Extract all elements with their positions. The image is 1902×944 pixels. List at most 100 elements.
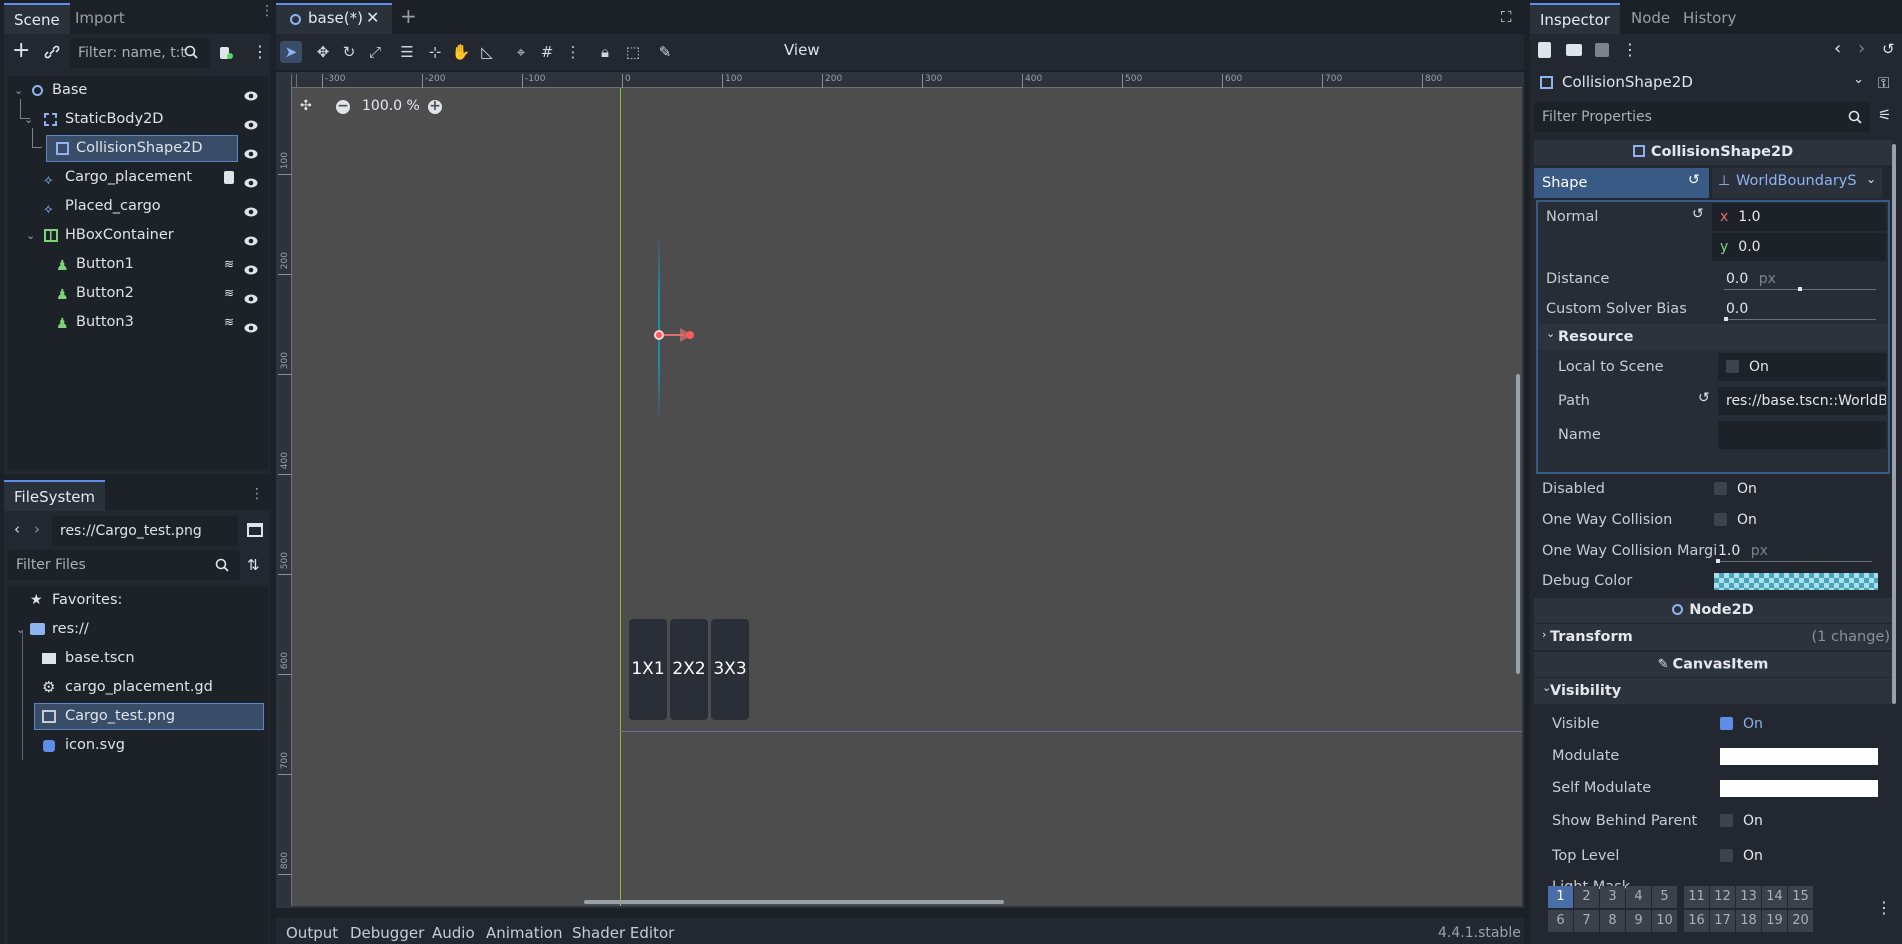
save-icon[interactable]	[1595, 43, 1609, 57]
object-history-icon[interactable]: ↺	[1882, 40, 1895, 58]
visibility-eye-icon[interactable]	[244, 200, 258, 217]
node-config-icon[interactable]: ⚿	[1878, 74, 1889, 92]
rotate-mode-icon[interactable]: ↻	[338, 41, 360, 63]
select-mode-icon[interactable]: ➤	[280, 41, 302, 63]
tab-history[interactable]: History	[1673, 3, 1746, 34]
close-icon[interactable]: ✕	[366, 8, 379, 27]
light-mask-layer[interactable]: 9	[1626, 910, 1651, 932]
self-modulate-swatch[interactable]	[1720, 780, 1878, 797]
top-level-checkbox[interactable]: On	[1712, 842, 1882, 870]
filesystem-filter-input[interactable]: Filter Files	[8, 550, 240, 580]
visibility-eye-icon[interactable]	[244, 316, 258, 333]
distance-field[interactable]: 0.0 px	[1718, 265, 1886, 293]
one-way-margin-field[interactable]: 1.0 px	[1710, 537, 1882, 565]
tree-node-collisionshape[interactable]: CollisionShape2D	[8, 128, 268, 163]
visibility-eye-icon[interactable]	[244, 229, 258, 246]
link-icon[interactable]	[44, 44, 60, 60]
visibility-eye-icon[interactable]	[244, 287, 258, 304]
new-scene-tab-icon[interactable]: +	[400, 4, 417, 28]
file-item[interactable]: icon.svg	[8, 731, 268, 760]
file-item[interactable]: ⚙ cargo_placement.gd	[8, 673, 268, 702]
tree-node-button2[interactable]: ♟ Button2 ≋	[8, 279, 268, 308]
revert-icon[interactable]: ↺	[1698, 390, 1710, 406]
visibility-group[interactable]: ⌄ Visibility	[1534, 678, 1892, 704]
snap-options-icon[interactable]: ⋮	[562, 41, 584, 63]
tab-scene[interactable]: Scene	[4, 3, 70, 34]
light-mask-menu-icon[interactable]: ⋮	[1876, 898, 1892, 917]
visibility-eye-icon[interactable]	[244, 258, 258, 275]
open-folder-icon[interactable]	[1566, 44, 1582, 56]
pivot-icon[interactable]: ⊹	[424, 41, 446, 63]
dock-menu-icon[interactable]: ⋮	[250, 486, 264, 502]
debug-color-swatch[interactable]	[1714, 573, 1878, 590]
light-mask-layer[interactable]: 3	[1600, 886, 1625, 908]
lock-icon[interactable]: 🔒︎	[594, 41, 616, 63]
inspector-menu-icon[interactable]: ⋮	[1622, 40, 1638, 59]
inspector-scrollbar[interactable]	[1892, 144, 1896, 704]
transform-group[interactable]: › Transform (1 change)	[1534, 624, 1892, 650]
add-node-button[interactable]: +	[12, 40, 30, 62]
light-mask-layer[interactable]: 5	[1652, 886, 1677, 908]
tab-node[interactable]: Node	[1621, 3, 1680, 34]
view-menu[interactable]: View	[784, 41, 820, 59]
revert-icon[interactable]: ↺	[1688, 172, 1700, 188]
visibility-eye-icon[interactable]	[244, 171, 258, 188]
zoom-in-button[interactable]: +	[428, 99, 442, 114]
tab-import[interactable]: Import	[65, 3, 135, 34]
tab-shader-editor[interactable]: Shader Editor	[572, 924, 674, 942]
tree-node-cargo-placement[interactable]: ⟡ Cargo_placement	[8, 163, 268, 192]
vertical-scrollbar[interactable]	[1516, 374, 1520, 674]
light-mask-layer[interactable]: 7	[1574, 910, 1599, 932]
game-button-2x2[interactable]: 2X2	[670, 619, 708, 720]
one-way-collision-checkbox[interactable]: On	[1706, 506, 1882, 534]
scale-mode-icon[interactable]: ⤢	[364, 41, 386, 63]
show-behind-parent-checkbox[interactable]: On	[1712, 807, 1882, 835]
sort-icon[interactable]: ⇅	[247, 556, 260, 574]
normal-handle[interactable]	[686, 331, 694, 339]
signal-icon[interactable]: ≋	[224, 279, 234, 308]
tab-debugger[interactable]: Debugger	[350, 924, 424, 942]
light-mask-layer[interactable]: 4	[1626, 886, 1651, 908]
grid-snap-icon[interactable]: #	[536, 41, 558, 63]
property-options-icon[interactable]: ⚟	[1878, 106, 1891, 124]
res-root-item[interactable]: ⌄ res://	[8, 615, 268, 644]
filesystem-path-input[interactable]: res://Cargo_test.png	[52, 516, 238, 546]
distraction-free-icon[interactable]: ⛶	[1501, 8, 1512, 26]
normal-y-field[interactable]: y 0.0	[1712, 233, 1886, 261]
horizontal-scrollbar[interactable]	[584, 900, 1004, 904]
light-mask-layer[interactable]: 19	[1762, 910, 1787, 932]
light-mask-layer[interactable]: 16	[1684, 910, 1709, 932]
light-mask-layer[interactable]: 15	[1788, 886, 1813, 908]
smart-snap-icon[interactable]: ⌖	[510, 41, 532, 63]
game-button-1x1[interactable]: 1X1	[629, 619, 667, 720]
visibility-eye-icon[interactable]	[244, 84, 258, 101]
new-resource-icon[interactable]	[1538, 42, 1551, 58]
file-item-selected[interactable]: Cargo_test.png	[8, 702, 268, 731]
pan-mode-icon[interactable]: ✋	[450, 41, 472, 63]
tree-node-staticbody[interactable]: ⌄ StaticBody2D	[8, 99, 268, 134]
boundary-handle[interactable]	[654, 330, 664, 340]
path-field[interactable]: res://base.tscn::WorldB	[1718, 387, 1886, 415]
visible-checkbox[interactable]: On	[1712, 710, 1882, 738]
zoom-out-button[interactable]: −	[336, 99, 350, 114]
light-mask-layer[interactable]: 18	[1736, 910, 1761, 932]
zoom-level[interactable]: 100.0 %	[362, 98, 420, 114]
bone-icon[interactable]: ✎	[654, 41, 676, 63]
local-to-scene-checkbox[interactable]: On	[1718, 353, 1886, 381]
viewport[interactable]: ✣ − 100.0 % + 1X1 2X2 3X3 -300 -200 -100 0 1…	[276, 72, 1524, 908]
tree-node-placed-cargo[interactable]: ⟡ Placed_cargo	[8, 192, 268, 221]
history-forward-icon[interactable]: ›	[1858, 38, 1865, 59]
light-mask-layer[interactable]: 14	[1762, 886, 1787, 908]
tree-node-button3[interactable]: ♟ Button3 ≋	[8, 308, 268, 337]
signal-icon[interactable]: ≋	[224, 308, 234, 337]
light-mask-layer[interactable]: 11	[1684, 886, 1709, 908]
list-select-icon[interactable]: ☰	[396, 41, 418, 63]
light-mask-layer[interactable]: 10	[1652, 910, 1677, 932]
visibility-eye-icon[interactable]	[244, 142, 258, 159]
history-back-icon[interactable]: ‹	[1834, 38, 1841, 59]
center-view-icon[interactable]: ✣	[300, 98, 312, 114]
tab-audio[interactable]: Audio	[432, 924, 475, 942]
tree-node-base[interactable]: ⌄ Base	[8, 76, 268, 105]
node-selector[interactable]: CollisionShape2D ⌄	[1534, 68, 1870, 98]
resource-group[interactable]: ⌄ Resource	[1538, 324, 1888, 350]
